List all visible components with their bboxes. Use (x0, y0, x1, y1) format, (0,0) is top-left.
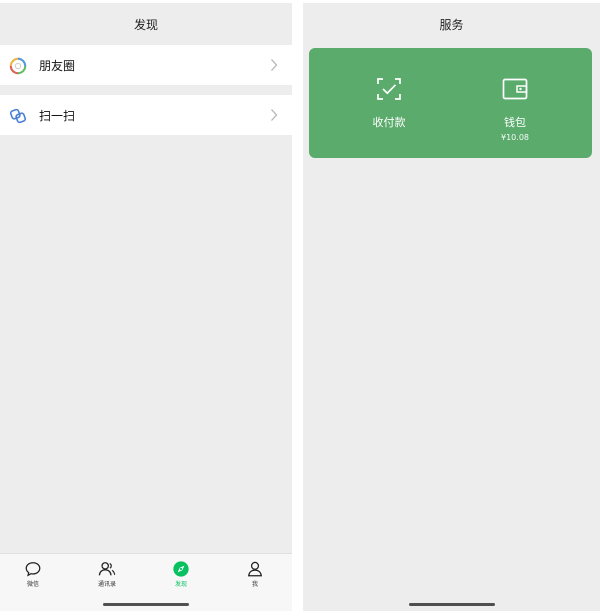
person-icon (247, 561, 263, 577)
money-label: 收付款 (372, 116, 406, 129)
home-indicator (103, 603, 189, 606)
tab-label: 通讯录 (97, 581, 116, 588)
scan-icon (9, 108, 27, 124)
tab-me[interactable]: 我 (230, 560, 280, 588)
tab-label: 微信 (26, 581, 39, 588)
wallet-balance: ¥10.08 (501, 133, 529, 142)
chat-bubble-icon (25, 562, 41, 577)
scan-label: 扫一扫 (39, 108, 76, 123)
moments-label: 朋友圈 (39, 58, 76, 73)
page-title: 服务 (303, 3, 600, 45)
tab-chats[interactable]: 微信 (8, 560, 58, 588)
scan-check-icon (377, 78, 401, 100)
page-title: 发现 (0, 3, 292, 45)
services-screen: 服务 收付款 钱包 ¥10.08 (303, 3, 600, 611)
home-indicator (408, 603, 495, 606)
wallet-button[interactable]: 钱包 ¥10.08 (455, 48, 575, 158)
tab-contacts[interactable]: 通讯录 (82, 560, 132, 588)
tab-label: 我 (251, 581, 258, 588)
services-card: 收付款 钱包 ¥10.08 (309, 48, 592, 158)
chevron-right-icon (271, 109, 278, 121)
wallet-label: 钱包 (504, 116, 526, 129)
chevron-right-icon (271, 59, 278, 71)
compass-icon (173, 561, 189, 577)
moments-icon (9, 57, 27, 75)
moments-item[interactable]: 朋友圈 (0, 45, 292, 85)
contacts-icon (98, 562, 116, 576)
tab-discover[interactable]: 发现 (156, 560, 206, 588)
wallet-icon (502, 78, 528, 100)
tab-label: 发现 (174, 581, 187, 588)
tab-bar: 微信 通讯录 发现 我 (0, 553, 292, 611)
scan-item[interactable]: 扫一扫 (0, 95, 292, 135)
money-button[interactable]: 收付款 (329, 48, 449, 158)
discover-screen: 发现 朋友圈 扫一扫 微信 通讯录 发现 我 (0, 3, 292, 611)
